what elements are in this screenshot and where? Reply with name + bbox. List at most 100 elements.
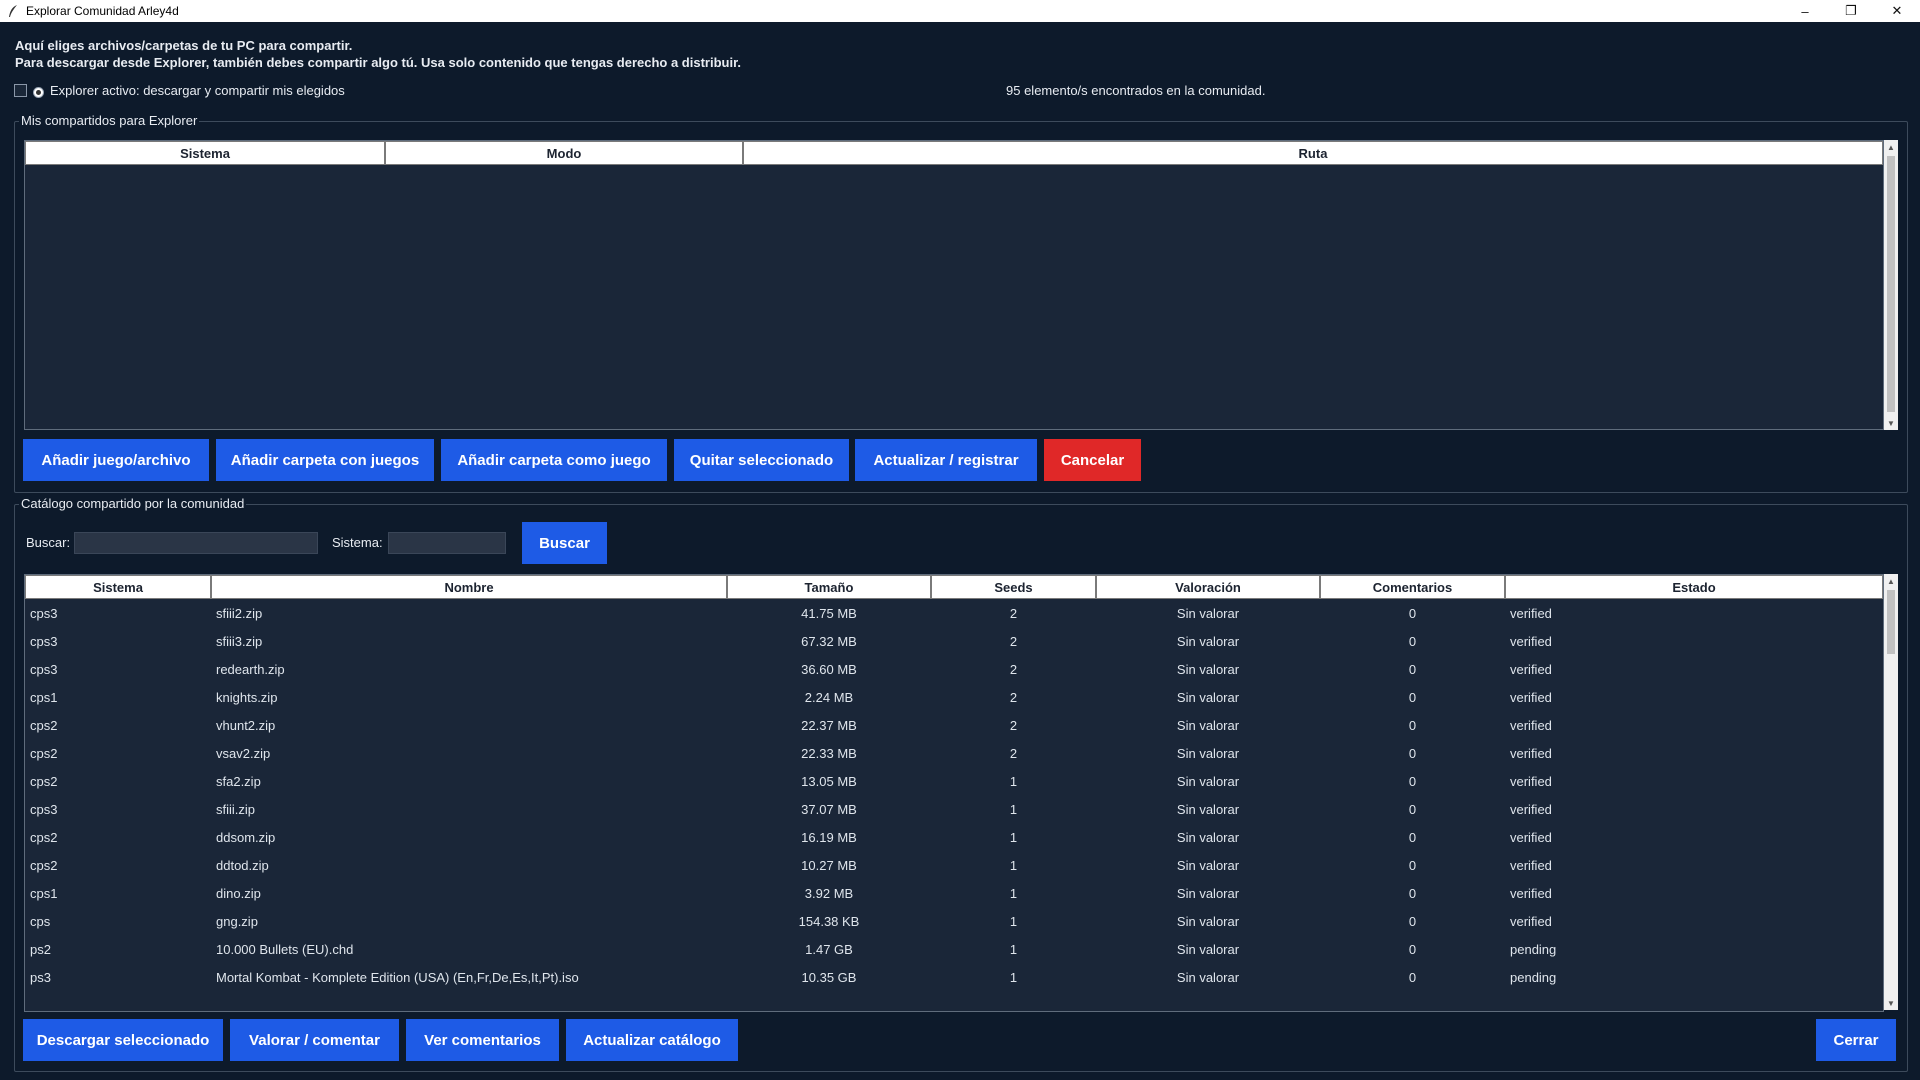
table-row[interactable]: cps3 sfiii2.zip 41.75 MB 2 Sin valorar 0 verif…: [25, 599, 1883, 627]
cell-estado: verified: [1510, 857, 1552, 873]
cell-comentarios: 0: [1408, 941, 1417, 957]
cell-comentarios: 0: [1408, 913, 1417, 929]
cell-seeds: 2: [1009, 745, 1018, 761]
cell-tamano: 22.33 MB: [801, 745, 857, 761]
cell-tamano: 41.75 MB: [801, 605, 857, 621]
cell-nombre: ddsom.zip: [216, 829, 276, 845]
add-folder-as-game-button[interactable]: Añadir carpeta como juego: [441, 439, 667, 481]
cell-nombre: vhunt2.zip: [216, 717, 276, 733]
cell-estado: verified: [1510, 689, 1552, 705]
cell-nombre: sfa2.zip: [216, 773, 261, 789]
add-file-button[interactable]: Añadir juego/archivo: [23, 439, 209, 481]
search-button[interactable]: Buscar: [522, 522, 607, 564]
intro-line-2: Para descargar desde Explorer, también d…: [15, 55, 742, 70]
table-row[interactable]: cps2 vhunt2.zip 22.37 MB 2 Sin valorar 0 verif…: [25, 711, 1883, 739]
scroll-up-icon[interactable]: ▲: [1884, 574, 1898, 588]
cell-comentarios: 0: [1408, 885, 1417, 901]
cell-sistema: ps3: [30, 969, 51, 985]
scroll-down-icon[interactable]: ▼: [1884, 996, 1898, 1010]
table-row[interactable]: cps1 dino.zip 3.92 MB 1 Sin valorar 0 verified: [25, 879, 1883, 907]
explorer-active-radio[interactable]: [33, 86, 44, 98]
scroll-down-icon[interactable]: ▼: [1884, 416, 1898, 430]
table-row[interactable]: cps2 ddtod.zip 10.27 MB 1 Sin valorar 0 verifi…: [25, 851, 1883, 879]
scroll-up-icon[interactable]: ▲: [1884, 140, 1898, 154]
my-shares-button-row: Añadir juego/archivo Añadir carpeta con …: [23, 439, 1223, 481]
table-row[interactable]: cps gng.zip 154.38 KB 1 Sin valorar 0 verified: [25, 907, 1883, 935]
cell-sistema: cps3: [30, 633, 58, 649]
cell-valoracion: Sin valorar: [1176, 969, 1240, 985]
scroll-thumb[interactable]: [1887, 590, 1895, 654]
cell-estado: verified: [1510, 829, 1552, 845]
col-header-estado[interactable]: Estado: [1505, 575, 1883, 599]
col-header-tamano[interactable]: Tamaño: [727, 575, 931, 599]
col-header-ruta[interactable]: Ruta: [743, 141, 1883, 165]
rate-comment-button[interactable]: Valorar / comentar: [230, 1019, 399, 1061]
restore-icon[interactable]: ❐: [1828, 0, 1874, 22]
cell-sistema: cps2: [30, 717, 58, 733]
my-shares-table[interactable]: Sistema Modo Ruta: [24, 140, 1884, 430]
cell-nombre: gng.zip: [216, 913, 258, 929]
remove-selected-button[interactable]: Quitar seleccionado: [674, 439, 849, 481]
table-row[interactable]: ps3 Mortal Kombat - Komplete Edition (USA…: [25, 963, 1883, 991]
explorer-active-row: Explorer activo: descargar y compartir m…: [14, 83, 345, 98]
table-row[interactable]: cps3 sfiii.zip 37.07 MB 1 Sin valorar 0 verifi…: [25, 795, 1883, 823]
cell-estado: verified: [1510, 661, 1552, 677]
cell-nombre: vsav2.zip: [216, 745, 271, 761]
minimize-icon[interactable]: –: [1782, 0, 1828, 22]
search-label: Buscar:: [26, 535, 71, 550]
found-count-text: 95 elemento/s encontrados en la comunida…: [1006, 83, 1266, 98]
refresh-catalog-button[interactable]: Actualizar catálogo: [566, 1019, 738, 1061]
cell-comentarios: 0: [1408, 857, 1417, 873]
table-row[interactable]: ps2 10.000 Bullets (EU).chd 1.47 GB 1 Sin va…: [25, 935, 1883, 963]
search-input[interactable]: [74, 532, 318, 554]
cell-comentarios: 0: [1408, 605, 1417, 621]
cell-sistema: cps3: [30, 801, 58, 817]
cell-tamano: 16.19 MB: [801, 829, 857, 845]
table-row[interactable]: cps1 knights.zip 2.24 MB 2 Sin valorar 0 verif…: [25, 683, 1883, 711]
cell-comentarios: 0: [1408, 801, 1417, 817]
table-row[interactable]: cps2 vsav2.zip 22.33 MB 2 Sin valorar 0 verifi…: [25, 739, 1883, 767]
cell-valoracion: Sin valorar: [1176, 773, 1240, 789]
col-header-sistema[interactable]: Sistema: [25, 575, 211, 599]
cell-seeds: 1: [1009, 885, 1018, 901]
col-header-valoracion[interactable]: Valoración: [1096, 575, 1320, 599]
cell-sistema: cps1: [30, 689, 58, 705]
col-header-seeds[interactable]: Seeds: [931, 575, 1096, 599]
cell-nombre: Mortal Kombat - Komplete Edition (USA) (…: [216, 969, 579, 985]
cell-estado: verified: [1510, 745, 1552, 761]
close-button[interactable]: Cerrar: [1816, 1019, 1896, 1061]
cell-seeds: 2: [1009, 633, 1018, 649]
my-shares-scrollbar[interactable]: ▲ ▼: [1884, 140, 1898, 430]
explorer-active-checkbox[interactable]: [14, 84, 27, 97]
cell-valoracion: Sin valorar: [1176, 829, 1240, 845]
col-header-nombre[interactable]: Nombre: [211, 575, 727, 599]
add-folder-games-button[interactable]: Añadir carpeta con juegos: [216, 439, 434, 481]
cell-seeds: 2: [1009, 605, 1018, 621]
download-selected-button[interactable]: Descargar seleccionado: [23, 1019, 223, 1061]
view-comments-button[interactable]: Ver comentarios: [406, 1019, 559, 1061]
catalog-scrollbar[interactable]: ▲ ▼: [1884, 574, 1898, 1010]
catalog-table-header: Sistema Nombre Tamaño Seeds Valoración C…: [25, 575, 1883, 599]
cell-valoracion: Sin valorar: [1176, 857, 1240, 873]
cell-seeds: 1: [1009, 857, 1018, 873]
col-header-modo[interactable]: Modo: [385, 141, 743, 165]
close-window-icon[interactable]: ✕: [1874, 0, 1920, 22]
cell-comentarios: 0: [1408, 969, 1417, 985]
table-row[interactable]: cps3 redearth.zip 36.60 MB 2 Sin valorar 0 ver…: [25, 655, 1883, 683]
cell-tamano: 67.32 MB: [801, 633, 857, 649]
col-header-comentarios[interactable]: Comentarios: [1320, 575, 1505, 599]
cell-tamano: 154.38 KB: [798, 913, 860, 929]
update-register-button[interactable]: Actualizar / registrar: [855, 439, 1037, 481]
cell-estado: verified: [1510, 605, 1552, 621]
catalog-table[interactable]: Sistema Nombre Tamaño Seeds Valoración C…: [24, 574, 1884, 1012]
cell-seeds: 2: [1009, 661, 1018, 677]
table-row[interactable]: cps3 sfiii3.zip 67.32 MB 2 Sin valorar 0 verif…: [25, 627, 1883, 655]
system-input[interactable]: [388, 532, 506, 554]
table-row[interactable]: cps2 sfa2.zip 13.05 MB 1 Sin valorar 0 verifie…: [25, 767, 1883, 795]
scroll-thumb[interactable]: [1887, 156, 1895, 412]
cancel-button[interactable]: Cancelar: [1044, 439, 1141, 481]
table-row[interactable]: cps2 ddsom.zip 16.19 MB 1 Sin valorar 0 verifi…: [25, 823, 1883, 851]
cell-tamano: 1.47 GB: [805, 941, 853, 957]
col-header-sistema[interactable]: Sistema: [25, 141, 385, 165]
window-title: Explorar Comunidad Arley4d: [26, 4, 179, 18]
